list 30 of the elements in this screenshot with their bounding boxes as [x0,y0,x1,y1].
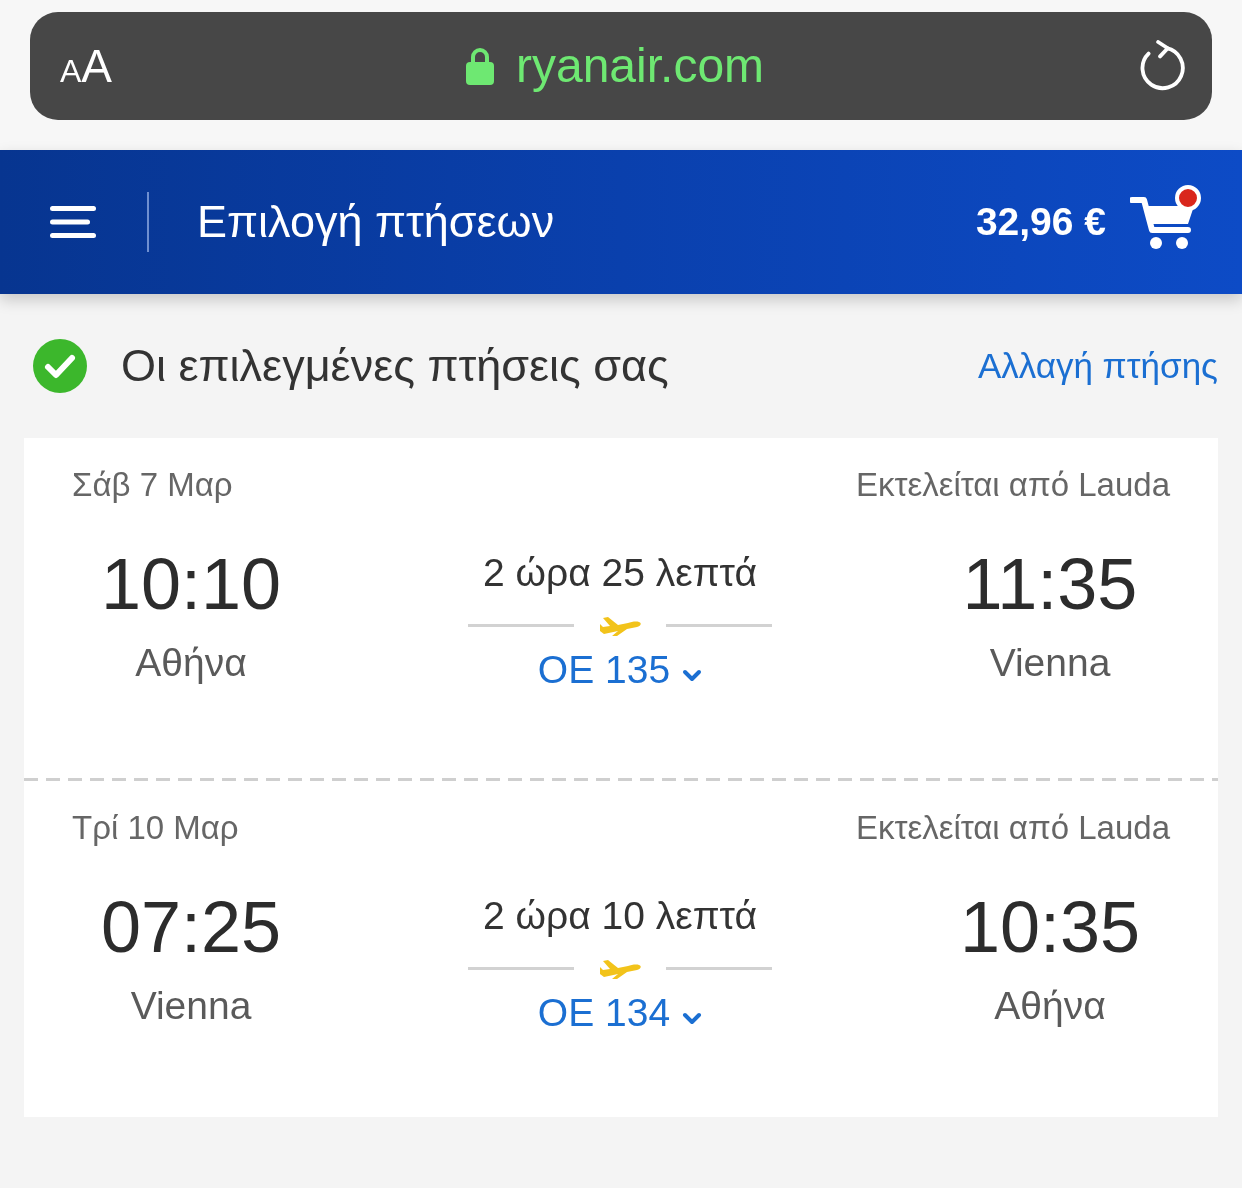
flight-date: Σάβ 7 Μαρ [72,465,233,505]
flight-number-link[interactable]: OE 135 [537,646,703,694]
change-flight-link[interactable]: Αλλαγή πτήσης [977,346,1218,386]
operator-text: Εκτελείται από Lauda [855,465,1170,505]
cart-icon[interactable] [1130,184,1202,252]
arrival-city: Αθήνα [994,983,1106,1029]
departure-city: Vienna [130,983,252,1029]
departure-time: 07:25 [100,886,282,969]
plane-icon [598,957,642,979]
reload-icon[interactable] [1138,40,1186,92]
arrival-time: 11:35 [962,543,1138,626]
flight-duration: 2 ώρα 25 λεπτά [483,550,757,596]
departure-time: 10:10 [100,543,282,626]
chevron-icon [682,668,703,682]
flight-date: Τρί 10 Μαρ [72,808,239,848]
departure-city: Αθήνα [135,640,247,686]
plane-icon [598,614,642,636]
operator-text: Εκτελείται από Lauda [855,808,1170,848]
arrival-time: 10:35 [959,886,1141,969]
check-circle-icon [33,339,87,393]
section-title: Οι επιλεγμένες πτήσεις σας [121,340,670,392]
flight-duration: 2 ώρα 10 λεπτά [483,893,757,939]
url-text[interactable]: ryanair.com [515,39,765,93]
menu-icon[interactable] [50,206,96,238]
page-title: Επιλογή πτήσεων [197,196,556,248]
cart-total: 32,96 € [975,200,1106,244]
chevron-icon [682,1011,703,1025]
text-size-button[interactable]: AA [60,43,113,89]
arrival-city: Vienna [989,640,1111,686]
flight-number-link[interactable]: OE 134 [537,989,703,1037]
